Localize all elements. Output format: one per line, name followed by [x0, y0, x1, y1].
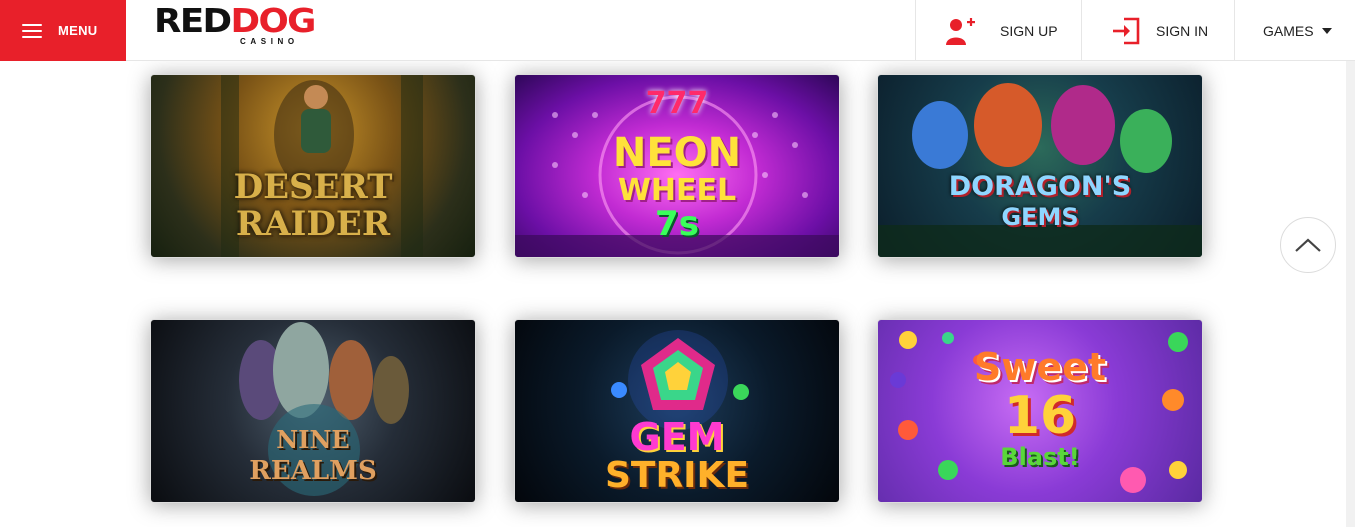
game-title-2: GEMS [1001, 203, 1079, 231]
game-title-2: 16 [1003, 386, 1077, 446]
game-tile-sweet-16-blast[interactable]: Sweet 16 Blast! [877, 319, 1203, 503]
game-tile-nine-realms[interactable]: NINE REALMS [150, 319, 476, 503]
logo-text-dog: DOG [230, 1, 317, 40]
sign-up-button[interactable]: SIGN UP [915, 0, 1081, 61]
menu-button[interactable]: MENU [0, 0, 126, 61]
game-title-2: STRIKE [604, 455, 750, 496]
game-tile-desert-raider[interactable]: DESERT RAIDER [150, 74, 476, 258]
chevron-up-icon [1295, 238, 1321, 252]
game-title: GEM [629, 415, 725, 459]
game-title-sevens: 777 [645, 86, 709, 121]
sign-in-button[interactable]: SIGN IN [1081, 0, 1234, 61]
game-title: NEON [612, 130, 742, 176]
sign-in-label: SIGN IN [1156, 22, 1209, 39]
scroll-to-top-button[interactable] [1280, 217, 1336, 273]
game-tile-neon-wheel-7s[interactable]: 777 NEON WHEEL 7s [514, 74, 840, 258]
game-title-2: WHEEL [617, 173, 737, 208]
games-label: GAMES [1263, 22, 1314, 39]
reddog-casino-logo[interactable]: RED DOG CASINO [154, 4, 324, 50]
logo-subtitle: CASINO [240, 37, 299, 46]
site-header: MENU RED DOG CASINO SIGN UP SIGN IN GAMES [0, 0, 1355, 61]
sign-up-label: SIGN UP [1000, 22, 1058, 39]
games-dropdown[interactable]: GAMES [1234, 0, 1355, 61]
add-user-icon [946, 17, 975, 45]
game-title-3: 7s [655, 204, 699, 244]
logo-text-red: RED [154, 1, 232, 40]
game-title: NINE [276, 425, 350, 454]
game-title-2: REALMS [249, 456, 377, 486]
game-title: Sweet [973, 345, 1107, 389]
sign-in-icon [1113, 17, 1140, 44]
hamburger-icon [22, 23, 42, 38]
game-tile-gem-strike[interactable]: GEM STRIKE [514, 319, 840, 503]
menu-label: MENU [58, 23, 98, 38]
page-scrollbar[interactable] [1346, 61, 1355, 527]
game-grid: DESERT RAIDER 777 NEON WHEEL 7s DORAGON'… [0, 61, 1355, 527]
game-title-2: RAIDER [235, 204, 391, 244]
game-tile-doragons-gems[interactable]: DORAGON'S GEMS [877, 74, 1203, 258]
game-title: DORAGON'S [948, 171, 1132, 202]
game-title: DESERT [233, 167, 393, 207]
caret-down-icon [1321, 27, 1332, 34]
game-title-3: Blast! [1000, 443, 1080, 471]
